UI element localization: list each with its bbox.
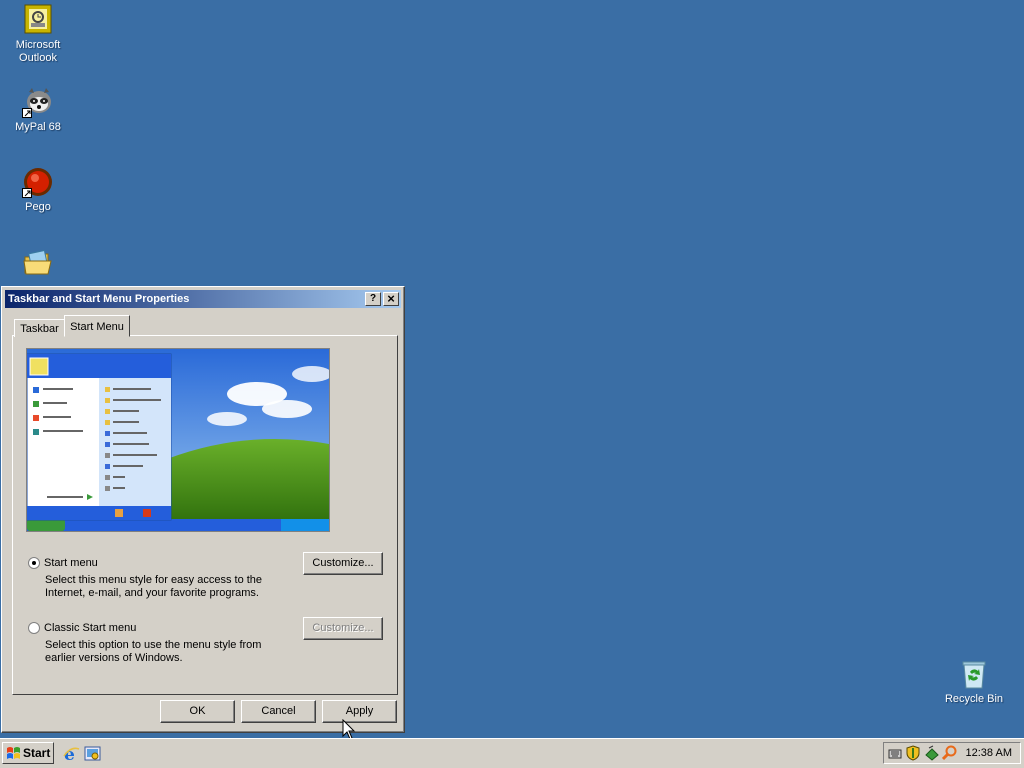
start-menu-description-2: Internet, e-mail, and your favorite prog…: [45, 587, 259, 599]
customize-start-menu-button[interactable]: Customize...: [303, 552, 383, 575]
start-menu-radio[interactable]: [28, 557, 40, 569]
classic-start-menu-description-1: Select this option to use the menu style…: [45, 639, 262, 651]
system-tray: 12:38 AM: [883, 742, 1021, 764]
cancel-button[interactable]: Cancel: [241, 700, 316, 723]
start-menu-description-1: Select this menu style for easy access t…: [45, 574, 263, 586]
tab-start-menu[interactable]: Start Menu: [64, 315, 130, 337]
desktop-icon-recycle-bin[interactable]: Recycle Bin: [934, 658, 1014, 706]
shortcut-arrow-icon: [22, 188, 32, 198]
customize-classic-menu-button[interactable]: Customize...: [303, 617, 383, 640]
shield-icon[interactable]: [906, 745, 920, 761]
desktop-icon-mypal[interactable]: MyPal 68: [0, 86, 78, 134]
ok-button[interactable]: OK: [160, 700, 235, 723]
folder-icon: [22, 247, 54, 279]
apply-button[interactable]: Apply: [322, 700, 397, 723]
desktop-icon-folder[interactable]: [0, 247, 78, 282]
classic-start-menu-radio[interactable]: [28, 622, 40, 634]
preview-image: [27, 349, 329, 531]
show-desktop-icon[interactable]: [84, 745, 102, 763]
clock[interactable]: 12:38 AM: [966, 747, 1012, 759]
desktop-icon-label: Recycle Bin: [944, 693, 1004, 705]
classic-start-menu-description-2: earlier versions of Windows.: [45, 652, 183, 664]
start-menu-radio-label[interactable]: Start menu: [44, 557, 98, 569]
tab-taskbar[interactable]: Taskbar: [14, 319, 65, 337]
desktop-icon-pego[interactable]: Pego: [0, 166, 78, 214]
close-button[interactable]: ×: [383, 292, 399, 306]
help-button[interactable]: ?: [365, 292, 381, 306]
network-icon[interactable]: [924, 745, 940, 761]
start-button[interactable]: Start: [2, 742, 54, 764]
internet-explorer-icon[interactable]: e: [62, 745, 80, 763]
shortcut-arrow-icon: [22, 108, 32, 118]
pego-icon: [22, 166, 54, 198]
magnifier-icon[interactable]: [942, 745, 958, 761]
desktop-icon-label: Microsoft Outlook: [15, 39, 61, 64]
desktop-icon-label: Pego: [25, 201, 51, 213]
dialog-titlebar[interactable]: Taskbar and Start Menu Properties ? ×: [5, 290, 401, 308]
outlook-icon: [22, 4, 54, 36]
dialog-title: Taskbar and Start Menu Properties: [8, 293, 190, 305]
raccoon-icon: [22, 86, 54, 118]
desktop-icon-label: MyPal 68: [15, 121, 61, 133]
start-label: Start: [23, 746, 51, 760]
keyboard-icon[interactable]: [888, 746, 902, 760]
recycle-bin-icon: [958, 658, 990, 690]
start-menu-preview: [26, 348, 330, 532]
classic-start-menu-radio-label[interactable]: Classic Start menu: [44, 622, 136, 634]
desktop-icon-outlook[interactable]: Microsoft Outlook: [0, 4, 78, 65]
windows-logo-icon: [7, 747, 20, 759]
taskbar: Start e 12:38 AM: [0, 738, 1024, 768]
